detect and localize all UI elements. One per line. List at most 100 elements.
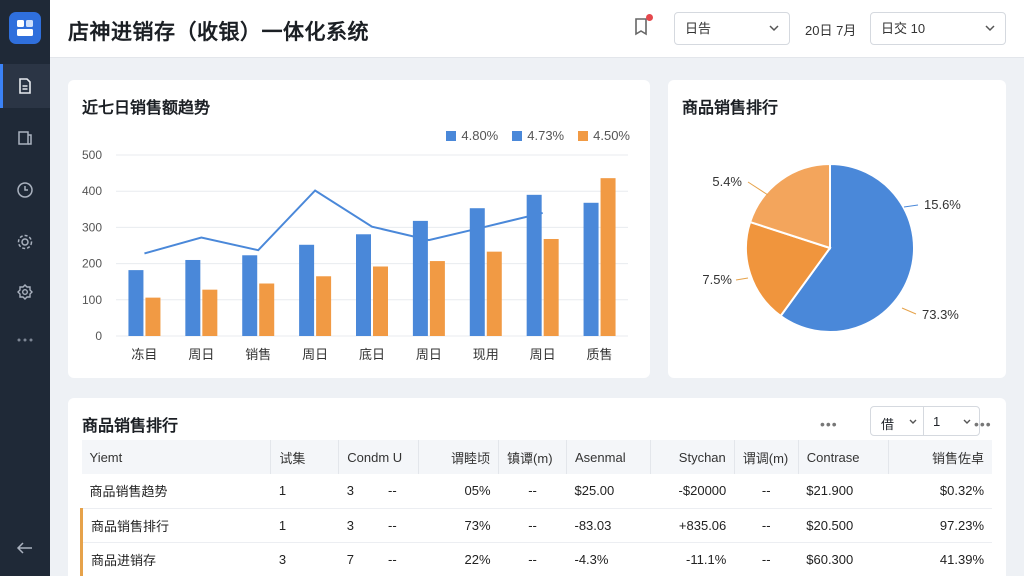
cell: 73% [418,508,499,543]
cell-value: -- [388,483,397,499]
cell: 7 -- [338,542,419,576]
cell-name: 商品进销存 [79,542,271,576]
column-header[interactable]: Condm U [338,440,420,474]
pie-label: 7.5% [702,272,732,287]
cell: 1 [270,508,339,543]
column-header[interactable]: Asenmal [566,440,651,474]
cell: $60.300 [798,542,889,576]
y-tick-label: 400 [82,184,102,198]
y-tick-label: 200 [82,257,102,271]
cell: 3 -- [338,474,419,509]
more-icon [17,338,33,342]
x-tick-label: 周日 [302,347,328,362]
cell: -- [734,508,799,543]
x-tick-label: 周日 [188,347,214,362]
bar [316,276,332,336]
cell-value: 3 [346,483,354,499]
cell: $21.900 [798,474,889,509]
page-size-select[interactable]: 借 1 [870,406,980,436]
bar [185,259,201,336]
column-header[interactable]: Stychan [650,440,735,474]
table-row[interactable]: 商品销售趋势 1 3 -- 05% -- $25.00 -$20000 -- $2… [81,474,992,509]
x-tick-label: 周日 [530,347,556,362]
cell: 3 -- [338,508,419,543]
cell: +835.06 [650,508,735,543]
bar [145,297,161,336]
column-header[interactable]: Contrase [798,440,889,474]
table-row[interactable]: 商品进销存 3 7 -- 22% -- -4.3% -11.1% -- $60.3… [79,542,992,576]
table-header-row: Yiemt 试集 Condm U 谓睦顷 镇谭(m) Asenmal Stych… [81,440,992,474]
cell: -11.1% [650,542,735,576]
collapse-sidebar-button[interactable] [0,526,50,570]
column-header[interactable]: Yiemt [81,440,272,474]
date-select[interactable]: 日交 10 [870,12,1006,45]
pie-label: 15.6% [924,197,961,212]
bar [543,238,559,336]
trend-chart-card: 近七日销售额趋势 4.80% 4.73% 4.50% 0 100 200 300 400… [68,80,650,378]
cell: 1 [270,474,339,509]
bar [356,234,371,336]
cell: -4.3% [566,542,651,576]
cell: $0.32% [888,474,992,509]
app-logo[interactable] [9,12,41,44]
cell-value: 3 [346,517,354,533]
date-label: 20日 7月 [805,23,857,38]
more-options-icon[interactable]: ••• [974,416,992,432]
logo-icon [17,20,33,36]
sidebar-item-more[interactable] [0,318,50,362]
cell-value: -- [388,551,397,567]
x-tick-label: 周日 [416,347,442,362]
bar [202,289,218,336]
sidebar-item-documents[interactable] [0,64,50,108]
top-header: 店神进销存（收银）一体化系统 日告 20日 7月 日交 10 [50,0,1024,58]
pie-label: 5.4% [712,174,742,189]
cell: -$20000 [650,474,735,509]
bar [486,251,502,336]
arrow-left-icon [16,542,32,554]
column-header[interactable]: 镇谭(m) [498,440,567,474]
ranking-table-card: 商品销售排行 ••• 借 1 ••• Yiemt 试集 Condm U 谓睦顷 … [68,398,1006,576]
cog-icon [17,284,33,300]
pie-leader-line [735,277,749,281]
column-header[interactable]: 谓睦顷 [418,440,500,474]
sidebar-item-config[interactable] [0,270,50,314]
bar [259,283,275,336]
ranking-table: Yiemt 试集 Condm U 谓睦顷 镇谭(m) Asenmal Stych… [79,440,992,576]
pager-label: 借 [881,417,895,432]
document-icon [19,78,31,94]
x-tick-label: 底日 [359,347,385,362]
sidebar-item-export[interactable] [0,116,50,160]
sidebar-item-history[interactable] [0,168,50,212]
sidebar [0,0,50,576]
cell: $25.00 [566,474,651,509]
chevron-down-icon [909,419,917,424]
column-header[interactable]: 试集 [270,440,340,474]
cell: 22% [418,542,499,576]
cell: -- [498,474,567,509]
column-header[interactable]: 销售佐卓 [888,440,992,474]
bar [583,202,599,336]
date-select-value: 日交 10 [881,21,926,36]
sidebar-item-settings[interactable] [0,220,50,264]
report-select[interactable]: 日告 [674,12,790,45]
cell: -- [734,474,799,509]
bar [600,178,616,336]
more-icon[interactable]: ••• [820,416,838,432]
cell: 97.23% [888,508,992,543]
cell: 41.39% [888,542,992,576]
chevron-down-icon [963,419,971,424]
chevron-down-icon [769,25,779,32]
table-row[interactable]: 商品销售排行 1 3 -- 73% -- -83.03 +835.06 -- $2… [79,508,992,543]
cell: -- [734,542,799,576]
ranking-pie-card: 商品销售排行 15.6% 73.3% 7.5% 5.4% [668,80,1006,378]
report-select-value: 日告 [685,21,712,36]
x-tick-label: 现用 [473,347,499,362]
x-tick-label: 冻目 [131,347,157,362]
cell: -- [498,508,567,543]
cell-name: 商品销售趋势 [81,474,271,509]
column-header[interactable]: 谓调(m) [734,440,799,474]
app-title: 店神进销存（收银）一体化系统 [68,21,369,44]
bar [128,270,144,336]
pie-leader-line [903,204,919,208]
y-tick-label: 100 [82,293,102,307]
